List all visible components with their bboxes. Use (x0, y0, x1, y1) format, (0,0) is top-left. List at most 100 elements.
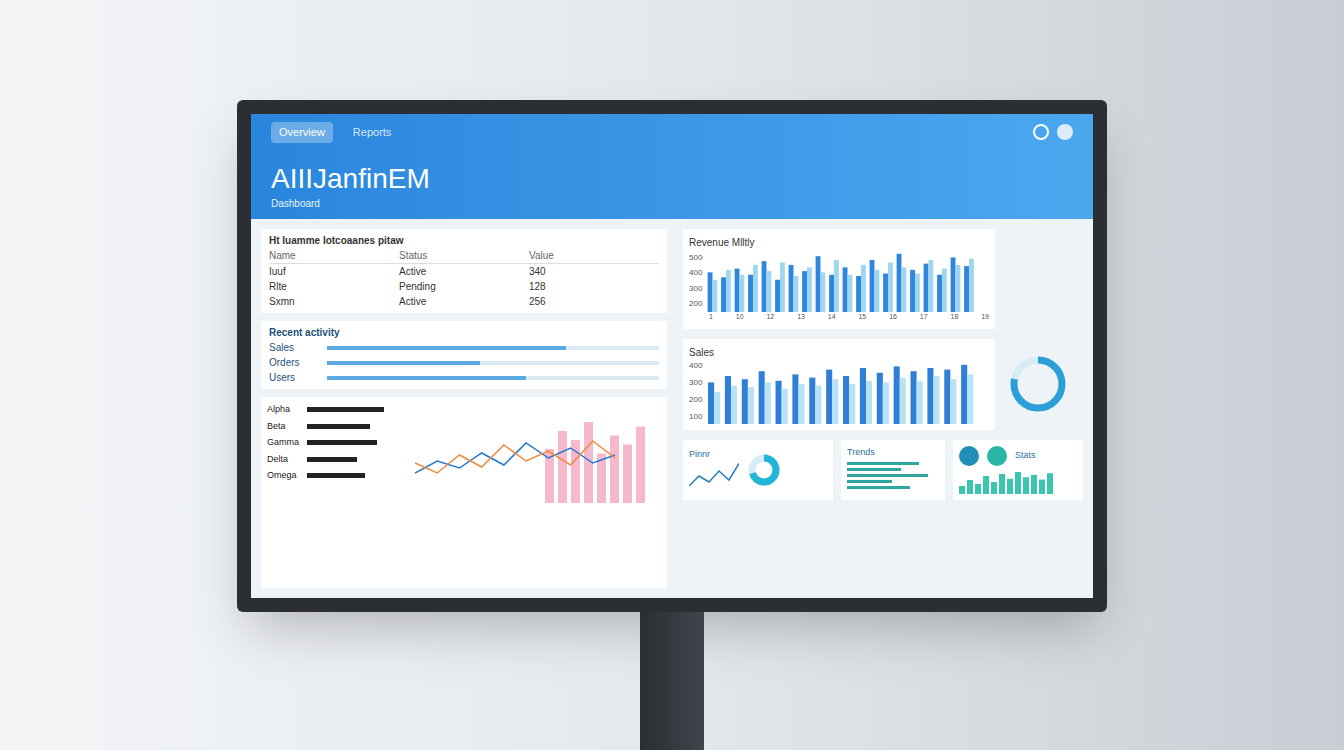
axis-label: 1 (709, 312, 713, 323)
chart-bar (999, 474, 1005, 494)
header-tab[interactable]: Overview (271, 122, 333, 143)
status-icon (959, 446, 979, 466)
chart-bar (849, 384, 855, 424)
trend-row: Beta (267, 420, 407, 434)
chart-bar (843, 376, 849, 424)
chart-bar (558, 431, 567, 503)
chart-bar (759, 371, 765, 424)
progress-ring (747, 453, 781, 487)
card-title: Pinnr (689, 448, 739, 462)
chart-bar (894, 366, 900, 424)
chart-bar (897, 254, 902, 312)
chart-bar (1047, 473, 1053, 494)
chart-bar (780, 262, 785, 312)
table-row[interactable]: IuufActive340 (269, 264, 659, 279)
summary-table: Ht Iuamme Iotcoaanes pitawNameStatusValu… (261, 229, 667, 313)
chart-bar (708, 382, 714, 424)
settings-icon[interactable] (1033, 124, 1049, 140)
chart-bar (956, 265, 961, 312)
chart-bar (888, 262, 893, 312)
chart-bar (848, 275, 853, 312)
app-subtitle: Dashboard (271, 196, 1073, 211)
chart-bar (967, 480, 973, 494)
metrics-title: Recent activity (269, 325, 659, 340)
metric-row: Orders (269, 355, 659, 370)
chart-bar (968, 374, 974, 424)
axis-label: 15 (858, 312, 866, 323)
chart-bar (748, 387, 754, 424)
chart-bar (856, 276, 861, 312)
chart-bar (983, 476, 989, 494)
chart-bar (928, 368, 934, 424)
chart-bar (794, 276, 799, 312)
table-title: Ht Iuamme Iotcoaanes pitaw (269, 233, 659, 248)
chart-bar (1015, 472, 1021, 494)
histogram (959, 470, 1059, 494)
chart-line (415, 443, 615, 473)
axis-label: 19 (981, 312, 989, 323)
chart-bar (776, 380, 782, 423)
chart-bar (782, 388, 788, 423)
axis-label: 13 (797, 312, 805, 323)
chart-bar (969, 259, 974, 312)
app-header: OverviewReportsAIIIJanfinEMDashboard (251, 114, 1093, 219)
chart-bar (748, 275, 753, 312)
chart-bar (775, 280, 780, 312)
chart-bar (964, 266, 969, 312)
chart-bar (991, 482, 997, 494)
axis-tick: 300 (689, 377, 702, 389)
axis-label: 14 (828, 312, 836, 323)
table-cell: Iuuf (269, 264, 399, 279)
table-column: Value (529, 248, 659, 263)
chart-bar (1039, 479, 1045, 493)
screen: OverviewReportsAIIIJanfinEMDashboardHt I… (251, 114, 1093, 598)
axis-label: 16 (889, 312, 897, 323)
chart-title: Sales (689, 345, 989, 360)
chart-bar (1007, 478, 1013, 493)
trend-row: Delta (267, 453, 407, 467)
chart-bar (915, 274, 920, 312)
table-cell: Pending (399, 279, 529, 294)
chart-bar (843, 267, 848, 312)
chart-bar (735, 269, 740, 312)
sales-panel: Sales400300200100 (683, 339, 995, 430)
table-row[interactable]: RltePending128 (269, 279, 659, 294)
chart-bar (816, 385, 822, 423)
chart-bar (636, 427, 645, 504)
chart-bar (731, 385, 737, 423)
revenue-panel: Revenue Mlltly50040030020011012131415161… (683, 229, 995, 329)
chart-bar (962, 364, 968, 423)
axis-tick: 400 (689, 267, 702, 279)
status-icon (987, 446, 1007, 466)
chart-bar (714, 392, 720, 424)
trend-chart (415, 403, 655, 503)
table-column: Status (399, 248, 529, 263)
axis-label: 12 (766, 312, 774, 323)
chart-bar (924, 264, 929, 312)
chart-bar (866, 380, 872, 423)
chart-bar (833, 379, 839, 424)
chart-bar (713, 280, 718, 312)
monitor-stand (640, 612, 704, 750)
table-cell: Active (399, 294, 529, 309)
user-icon[interactable] (1057, 124, 1073, 140)
chart-bar (1023, 477, 1029, 494)
chart-bar (910, 270, 915, 312)
metric-row: Sales (269, 340, 659, 355)
metric-fill (327, 346, 566, 350)
chart-bar (900, 377, 906, 423)
header-tab[interactable]: Reports (345, 122, 400, 143)
axis-tick: 200 (689, 394, 702, 406)
trend-line (847, 486, 910, 489)
chart-line (415, 441, 615, 473)
axis-tick: 500 (689, 252, 702, 264)
chart-bar (911, 371, 917, 424)
left-column: Ht Iuamme Iotcoaanes pitawNameStatusValu… (261, 229, 667, 588)
chart-bar (827, 369, 833, 423)
table-row[interactable]: SxmnActive256 (269, 294, 659, 309)
chart-bar (793, 374, 799, 424)
metric-fill (327, 376, 526, 380)
axis-tick: 400 (689, 360, 702, 372)
trend-row: Alpha (267, 403, 407, 417)
chart-bar (762, 261, 767, 312)
